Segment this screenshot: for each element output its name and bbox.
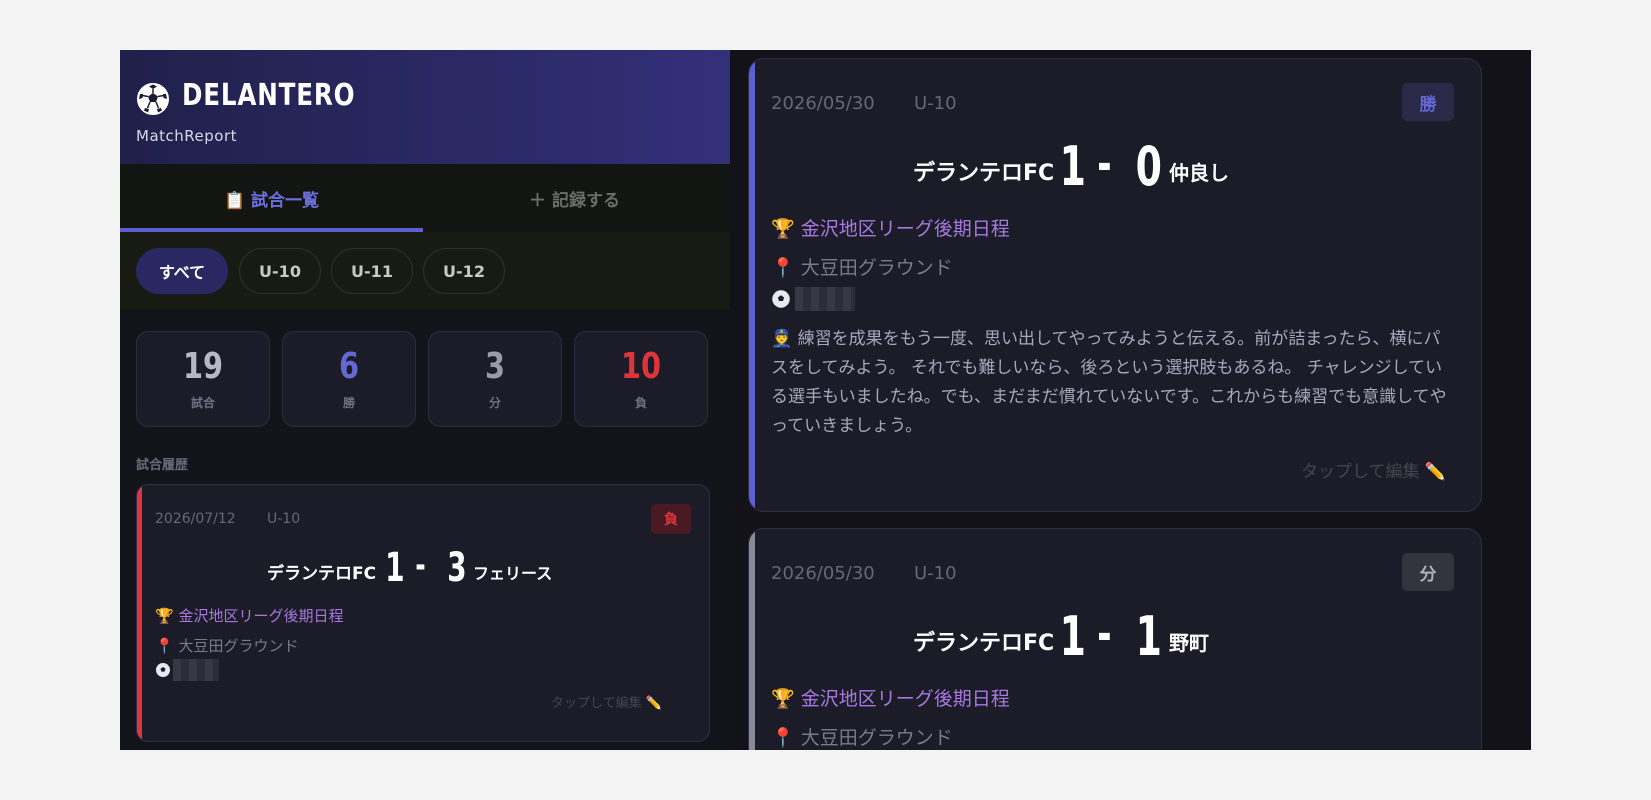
venue-name: 📍 大豆田グラウンド [155, 637, 299, 655]
scorer-name-redacted [795, 287, 855, 311]
away-team: 野町 [1169, 631, 1209, 655]
app-window: DELANTERO MatchReport 📋 試合一覧 ＋ 記録する すべて … [120, 50, 1531, 750]
filter-chip-all[interactable]: すべて [136, 248, 228, 294]
away-score: 1 [1135, 605, 1162, 668]
away-score: 3 [447, 545, 467, 591]
result-color-bar [137, 485, 142, 741]
competition-name: 🏆 金沢地区リーグ後期日程 [771, 688, 1010, 710]
away-team: フェリース [473, 564, 553, 583]
away-score: 0 [1135, 135, 1162, 198]
stat-value: 19 [182, 346, 224, 387]
soccer-ball-icon [772, 290, 790, 308]
match-card[interactable]: 2026/05/30 U-10 勝 デランテロFC 1 - 0 仲良し 🏆 金沢… [748, 58, 1482, 512]
result-badge: 負 [651, 504, 691, 534]
scorers-row [771, 287, 855, 311]
soccer-ball-icon [156, 663, 170, 677]
home-score: 1 [385, 545, 405, 591]
scorer-name-redacted [173, 659, 219, 681]
match-category: U-10 [914, 93, 957, 114]
stat-card-matches: 19 試合 [136, 331, 270, 427]
score-separator: - [1097, 135, 1112, 193]
stat-card-wins: 6 勝 [282, 331, 416, 427]
filter-chip-u12[interactable]: U-12 [423, 248, 505, 294]
app-logo-text: DELANTERO [182, 78, 356, 113]
stat-card-draws: 3 分 [428, 331, 562, 427]
home-team: デランテロFC [913, 631, 1055, 656]
coach-comment: 👮 練習を成果をもう一度、思い出してやってみようと伝える。前が詰まったら、横にパ… [771, 329, 1447, 436]
right-panel: 2026/05/30 U-10 勝 デランテロFC 1 - 0 仲良し 🏆 金沢… [730, 50, 1531, 750]
tap-to-edit-hint[interactable]: タップして編集 ✏️ [1301, 457, 1446, 482]
app-header: DELANTERO MatchReport [120, 50, 730, 164]
result-color-bar [749, 529, 755, 750]
stat-value: 10 [620, 346, 662, 387]
filter-chip-u10[interactable]: U-10 [239, 248, 321, 294]
match-date: 2026/07/12 [155, 511, 236, 527]
match-card[interactable]: 2026/05/30 U-10 分 デランテロFC 1 - 1 野町 🏆 金沢地… [748, 528, 1482, 750]
stat-value: 6 [338, 346, 360, 387]
venue-name: 📍 大豆田グラウンド [771, 257, 953, 279]
competition-name: 🏆 金沢地区リーグ後期日程 [771, 218, 1010, 240]
result-badge: 分 [1402, 553, 1454, 591]
match-card[interactable]: 2026/07/12 U-10 負 デランテロFC 1 - 3 フェリース 🏆 … [136, 484, 710, 742]
filter-chip-u11[interactable]: U-11 [331, 248, 413, 294]
app-subtitle: MatchReport [136, 127, 237, 145]
score-separator: - [415, 545, 426, 586]
home-score: 1 [1059, 135, 1086, 198]
home-score: 1 [1059, 605, 1086, 668]
stat-label: 負 [634, 396, 647, 410]
tap-to-edit-hint[interactable]: タップして編集 ✏️ [551, 692, 662, 711]
stat-card-losses: 10 負 [574, 331, 708, 427]
history-section-label: 試合履歴 [136, 458, 189, 473]
match-date: 2026/05/30 [771, 563, 875, 584]
scorers-row [155, 659, 219, 681]
stat-label: 分 [488, 396, 501, 410]
score-separator: - [1097, 605, 1112, 663]
home-team: デランテロFC [267, 564, 377, 584]
result-color-bar [749, 59, 755, 511]
stat-label: 勝 [342, 396, 355, 410]
tab-match-list[interactable]: 📋 試合一覧 [120, 164, 423, 232]
left-panel: DELANTERO MatchReport 📋 試合一覧 ＋ 記録する すべて … [120, 50, 730, 750]
tab-bar: 📋 試合一覧 ＋ 記録する [120, 164, 730, 232]
match-category: U-10 [914, 563, 957, 584]
stat-label: 試合 [190, 396, 215, 410]
match-category: U-10 [267, 511, 301, 527]
venue-name: 📍 大豆田グラウンド [771, 727, 953, 749]
tab-record[interactable]: ＋ 記録する [423, 164, 726, 232]
away-team: 仲良し [1169, 161, 1229, 185]
match-date: 2026/05/30 [771, 93, 875, 114]
stat-value: 3 [484, 346, 506, 387]
category-filter-bar: すべて U-10 U-11 U-12 [120, 232, 730, 310]
competition-name: 🏆 金沢地区リーグ後期日程 [155, 607, 344, 625]
home-team: デランテロFC [913, 161, 1055, 186]
result-badge: 勝 [1402, 83, 1454, 121]
soccer-ball-icon [137, 83, 169, 115]
